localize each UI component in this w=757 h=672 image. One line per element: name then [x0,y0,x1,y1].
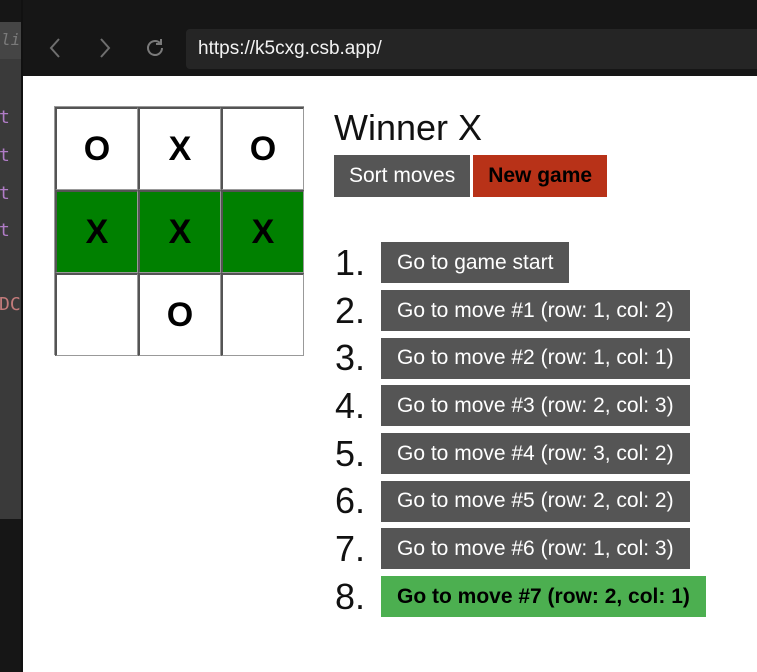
page-content: O X O X X X O Winner X Sort moves New ga… [23,76,757,672]
board-row: O X O [55,107,304,190]
code-line: DC [0,294,21,315]
move-number: 7. [335,527,366,569]
move-number: 6. [335,480,366,522]
move-list-item: 8. Go to move #7 (row: 2, col: 1) [335,573,706,621]
move-number: 4. [335,384,366,426]
square-r1-c1[interactable]: O [55,107,138,190]
move-number: 5. [335,432,366,474]
game-status: Winner X [334,107,483,148]
chevron-left-icon[interactable] [43,36,67,64]
code-line: t [0,183,10,204]
go-to-move-button[interactable]: Go to move #1 (row: 1, col: 2) [381,290,690,332]
go-to-move-button[interactable]: Go to move #3 (row: 2, col: 3) [381,385,690,427]
go-to-move-button-current[interactable]: Go to move #7 (row: 2, col: 1) [381,576,706,618]
url-bar[interactable]: https://k5cxg.csb.app/ [186,29,757,69]
square-r1-c3[interactable]: O [221,107,304,190]
reload-icon[interactable] [143,36,167,64]
move-list-item: 5. Go to move #4 (row: 3, col: 2) [335,430,706,478]
game-info: Winner X Sort moves New game [334,106,608,197]
screen: li t t t t DC https://k5cxg.csb.app/ O X… [0,0,757,672]
move-number: 8. [335,575,366,617]
url-text: https://k5cxg.csb.app/ [198,38,382,59]
editor-tab-label: li [1,30,21,49]
go-to-move-button[interactable]: Go to move #4 (row: 3, col: 2) [381,433,690,475]
code-line: t [0,220,10,241]
browser-toolbar: https://k5cxg.csb.app/ [23,0,757,76]
move-list-item: 6. Go to move #5 (row: 2, col: 2) [335,477,706,525]
move-list-item: 2. Go to move #1 (row: 1, col: 2) [335,287,706,335]
go-to-move-button[interactable]: Go to move #6 (row: 1, col: 3) [381,528,690,570]
chevron-right-icon[interactable] [93,36,117,64]
square-r1-c2[interactable]: X [138,107,221,190]
go-to-move-button[interactable]: Go to move #5 (row: 2, col: 2) [381,480,690,522]
move-number: 3. [335,337,366,379]
code-line: t [0,145,10,166]
game-controls: Sort moves New game [334,155,608,197]
move-list-item: 4. Go to move #3 (row: 2, col: 3) [335,382,706,430]
square-r2-c1[interactable]: X [55,190,138,273]
new-game-button[interactable]: New game [473,155,608,197]
move-list-item: 1. Go to game start [335,239,706,287]
square-r3-c1[interactable] [55,273,138,356]
code-line: t [0,107,10,128]
move-list-item: 7. Go to move #6 (row: 1, col: 3) [335,525,706,573]
board-row: X X X [55,190,304,273]
board-row: O [55,273,304,356]
square-r2-c3[interactable]: X [221,190,304,273]
square-r2-c2[interactable]: X [138,190,221,273]
editor-tab[interactable]: li [0,22,21,59]
square-r3-c2[interactable]: O [138,273,221,356]
square-r3-c3[interactable] [221,273,304,356]
sort-moves-button[interactable]: Sort moves [334,155,471,197]
move-list-item: 3. Go to move #2 (row: 1, col: 1) [335,334,706,382]
move-number: 2. [335,289,366,331]
go-to-move-button[interactable]: Go to move #2 (row: 1, col: 1) [381,337,690,379]
code-editor-panel: li t t t t DC [0,22,21,519]
move-history-list: 1. Go to game start 2. Go to move #1 (ro… [335,239,706,621]
move-number: 1. [335,241,366,283]
go-to-move-button[interactable]: Go to game start [381,242,570,284]
game-board: O X O X X X O [54,106,304,356]
